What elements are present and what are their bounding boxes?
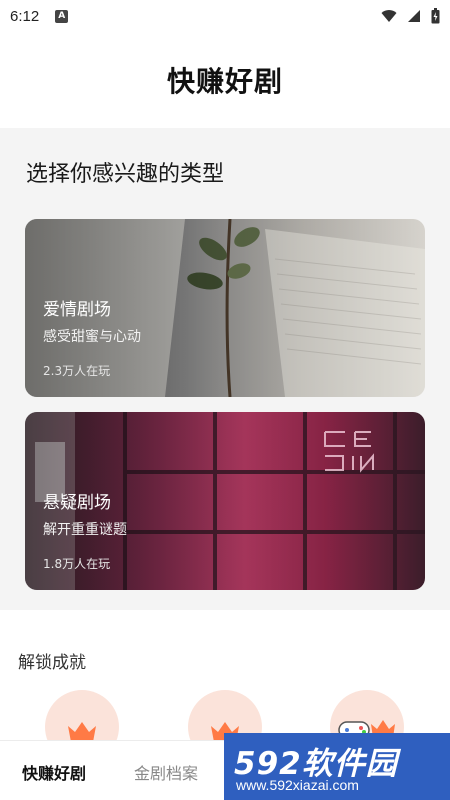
tab-kuaizhuan[interactable]: 快赚好剧: [22, 760, 86, 784]
card-romance-theater[interactable]: 爱情剧场 感受甜蜜与心动 2.3万人在玩: [25, 219, 425, 397]
app-header: 快赚好剧: [0, 32, 450, 128]
section-heading: 选择你感兴趣的类型: [26, 162, 225, 187]
card-player-count: 2.3万人在玩: [43, 364, 111, 378]
status-bar: 6:12 A: [0, 0, 450, 32]
page-title: 快赚好剧: [166, 65, 283, 98]
wifi-icon: [381, 10, 397, 22]
watermark-logo: 592软件园 www.592xiazai.com: [224, 733, 450, 800]
battery-icon: [431, 8, 440, 24]
achievements-heading: 解锁成就: [18, 653, 86, 673]
card-suspense-theater[interactable]: 悬疑剧场 解开重重谜题 1.8万人在玩: [25, 412, 425, 590]
card-subtitle: 感受甜蜜与心动: [43, 329, 141, 345]
cellular-signal-icon: [408, 10, 420, 22]
card-title: 悬疑剧场: [43, 493, 111, 513]
status-icons: [381, 8, 440, 24]
tab-archive[interactable]: 金剧档案: [134, 760, 198, 784]
card-title: 爱情剧场: [43, 300, 111, 320]
category-section: 选择你感兴趣的类型 爱情剧场 感受甜蜜与心动 2.3万人在玩 悬疑剧场 解开重重…: [0, 128, 450, 610]
status-time: 6:12: [10, 7, 40, 25]
watermark-url: www.592xiazai.com: [236, 777, 359, 793]
card-player-count: 1.8万人在玩: [43, 557, 111, 571]
card-subtitle: 解开重重谜题: [43, 522, 127, 538]
notification-a-icon: A: [55, 9, 69, 23]
